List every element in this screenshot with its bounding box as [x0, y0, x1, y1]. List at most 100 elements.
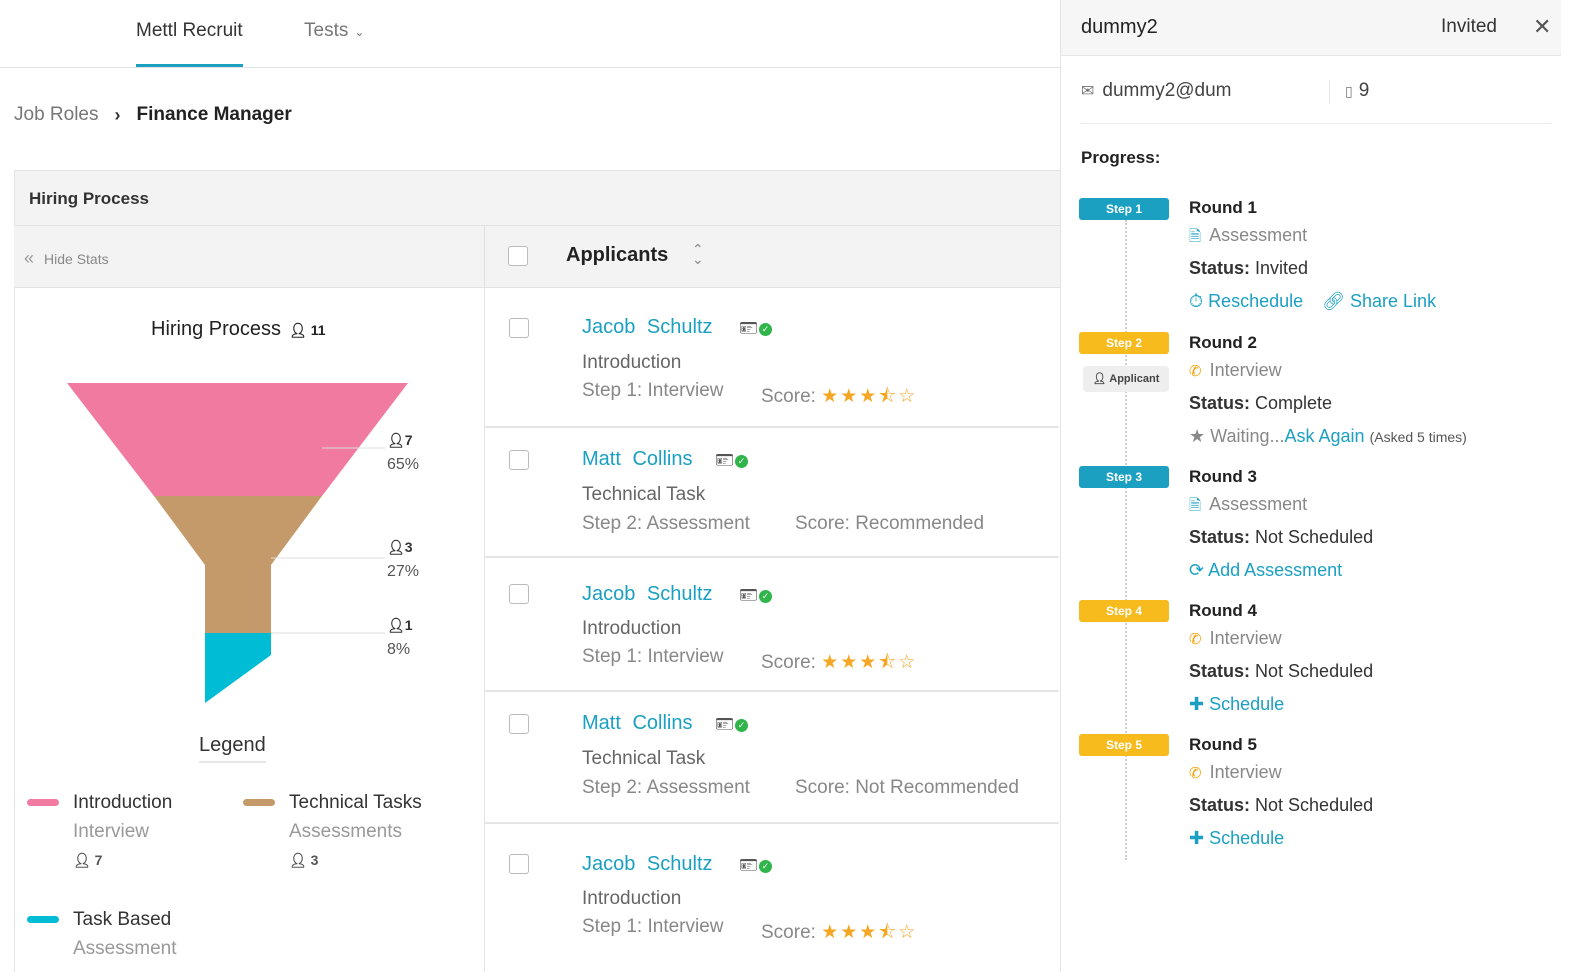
round-status: Status: Not Scheduled: [1189, 795, 1579, 828]
refresh-icon: ⟳: [1189, 560, 1205, 580]
applicants-list: Jacob Schultz 🪪︎ ✓ Introduction Step 1: I…: [484, 288, 1059, 972]
breadcrumb-current: Finance Manager: [136, 104, 292, 125]
funnel-count: 1: [404, 617, 413, 633]
step-badge-3: Step 3: [1079, 466, 1169, 488]
round-1: Round 1 🗎 Assessment Status: Invited ⏱ Re…: [1189, 198, 1579, 312]
round-status: Status: Invited: [1189, 258, 1579, 291]
schedule-label: Schedule: [1209, 694, 1285, 714]
round-2: Round 2 ✆ Interview Status: Complete ★ Wa…: [1189, 333, 1579, 447]
round-title: Round 2: [1189, 333, 1257, 352]
round-status: Status: Not Scheduled: [1189, 661, 1579, 694]
score-label: Score:: [761, 922, 816, 943]
add-assessment-label: Add Assessment: [1208, 560, 1343, 580]
applicant-name-link[interactable]: Jacob Schultz: [582, 316, 713, 339]
close-icon[interactable]: ✕: [1533, 14, 1551, 40]
applicant-step: Step 2: Assessment: [582, 513, 750, 534]
person-icon: 👤︎: [387, 432, 405, 448]
status-value: Not Scheduled: [1255, 795, 1374, 815]
applicant-score: Score: ★★★⯪☆: [761, 648, 917, 680]
round-type: ✆ Interview: [1189, 628, 1579, 661]
legend-item-technical: Technical Tasks Assessments 👤︎ 3: [243, 788, 422, 875]
ask-again-link[interactable]: Ask Again: [1285, 426, 1365, 446]
reschedule-button[interactable]: ⏱ Reschedule: [1189, 291, 1303, 311]
applicant-step: Step 2: Assessment: [582, 777, 750, 798]
applicant-checkbox[interactable]: [509, 854, 529, 874]
round-type-text: Assessment: [1209, 225, 1308, 245]
list-item[interactable]: Jacob Schultz 🪪︎ ✓ Introduction Step 1: I…: [485, 288, 1059, 428]
breadcrumb-job-roles[interactable]: Job Roles: [14, 104, 99, 126]
funnel-label-3: 👤︎1 8%: [387, 613, 413, 662]
legend-count: 👤︎ 7: [73, 846, 172, 875]
list-item[interactable]: Jacob Schultz 🪪︎ ✓ Introduction Step 1: I…: [485, 558, 1059, 692]
stats-total-count: 11: [310, 322, 326, 338]
applicant-checkbox[interactable]: [509, 450, 529, 470]
star-rating-icon: ★★★⯪☆: [821, 386, 918, 407]
round-4: Round 4 ✆ Interview Status: Not Scheduled…: [1189, 601, 1579, 715]
legend-name: Task Based: [73, 909, 172, 930]
funnel-label-2: 👤︎3 27%: [387, 535, 419, 584]
round-status: Status: Not Scheduled: [1189, 527, 1579, 560]
verified-profile-icon: 🪪︎ ✓: [739, 586, 773, 604]
applicant-stage: Technical Task: [582, 484, 706, 505]
applicant-stage: Introduction: [582, 618, 682, 639]
add-assessment-button[interactable]: ⟳ Add Assessment: [1189, 560, 1579, 581]
person-icon: 👤︎: [1092, 373, 1107, 385]
candidate-status: Invited: [1441, 16, 1497, 37]
applicant-name-link[interactable]: Matt Collins: [582, 712, 692, 735]
applicant-checkbox[interactable]: [509, 318, 529, 338]
tab-tests-label: Tests: [304, 20, 349, 41]
list-item[interactable]: Matt Collins 🪪︎ ✓ Technical Task Step 2: …: [485, 428, 1059, 558]
plus-icon: ✚: [1189, 828, 1205, 848]
funnel-segment-task-based: [205, 633, 271, 703]
schedule-button[interactable]: ✚ Schedule: [1189, 694, 1579, 715]
star-rating-icon: ★★★⯪☆: [821, 652, 918, 673]
applicant-checkbox[interactable]: [509, 584, 529, 604]
stats-panel: Hiring Process 👤︎ 11 👤︎7 65% 👤︎3 27% 👤︎1 …: [14, 288, 484, 972]
round-type-text: Interview: [1209, 762, 1282, 782]
status-label: Status:: [1189, 527, 1251, 547]
sort-icon[interactable]: ⌃ ⌄: [692, 242, 704, 266]
applicant-step: Step 1: Interview: [582, 916, 724, 937]
stats-total: 👤︎ 11: [289, 322, 325, 338]
chevron-down-icon: ⌄: [354, 25, 365, 39]
legend-sub: Assessments: [289, 821, 402, 842]
status-value: Invited: [1255, 258, 1309, 278]
applicant-name-link[interactable]: Matt Collins: [582, 448, 692, 471]
verified-profile-icon: 🪪︎ ✓: [739, 319, 773, 337]
asked-count: (Asked 5 times): [1369, 429, 1467, 445]
divider: [484, 226, 485, 288]
round-type-text: Interview: [1209, 628, 1282, 648]
phone-icon: ✆: [1189, 631, 1202, 648]
tab-mettl-recruit[interactable]: Mettl Recruit: [136, 20, 243, 67]
list-item[interactable]: Matt Collins 🪪︎ ✓ Technical Task Step 2: …: [485, 692, 1059, 824]
funnel-count: 7: [404, 432, 413, 448]
list-item[interactable]: Jacob Schultz 🪪︎ ✓ Introduction Step 1: I…: [485, 824, 1059, 972]
progress-title: Progress:: [1081, 148, 1161, 167]
select-all-checkbox[interactable]: [508, 246, 528, 266]
legend-count: 👤︎ 3: [289, 846, 422, 875]
legend-swatch: [243, 799, 275, 806]
applicant-score: Score: ★★★⯪☆: [761, 918, 917, 950]
applicant-name-link[interactable]: Jacob Schultz: [582, 853, 713, 876]
step-badge-5: Step 5: [1079, 734, 1169, 756]
applicant-step: Step 1: Interview: [582, 646, 724, 667]
applicant-checkbox[interactable]: [509, 714, 529, 734]
status-value: Complete: [1255, 393, 1333, 413]
funnel-segment-technical: [154, 496, 322, 633]
applicant-name-link[interactable]: Jacob Schultz: [582, 583, 713, 606]
hide-stats-button[interactable]: « Hide Stats: [24, 248, 109, 269]
round-type: 🗎 Assessment: [1189, 494, 1579, 527]
candidate-phone: ▯ 9: [1345, 80, 1369, 102]
round-type-text: Interview: [1209, 360, 1282, 380]
person-icon: 👤︎: [289, 852, 307, 868]
status-label: Status:: [1189, 661, 1251, 681]
round-title: Round 1: [1189, 198, 1257, 217]
round-actions: ⏱ Reschedule 🔗︎ Share Link: [1189, 291, 1579, 312]
legend-item-introduction: Introduction Interview 👤︎ 7: [27, 788, 172, 875]
schedule-button[interactable]: ✚ Schedule: [1189, 828, 1579, 849]
share-link-button[interactable]: 🔗︎ Share Link: [1322, 291, 1436, 311]
link-icon: 🔗︎: [1322, 291, 1345, 311]
person-icon: 👤︎: [73, 852, 91, 868]
tab-tests[interactable]: Tests ⌄: [304, 20, 364, 42]
status-label: Status:: [1189, 258, 1251, 278]
